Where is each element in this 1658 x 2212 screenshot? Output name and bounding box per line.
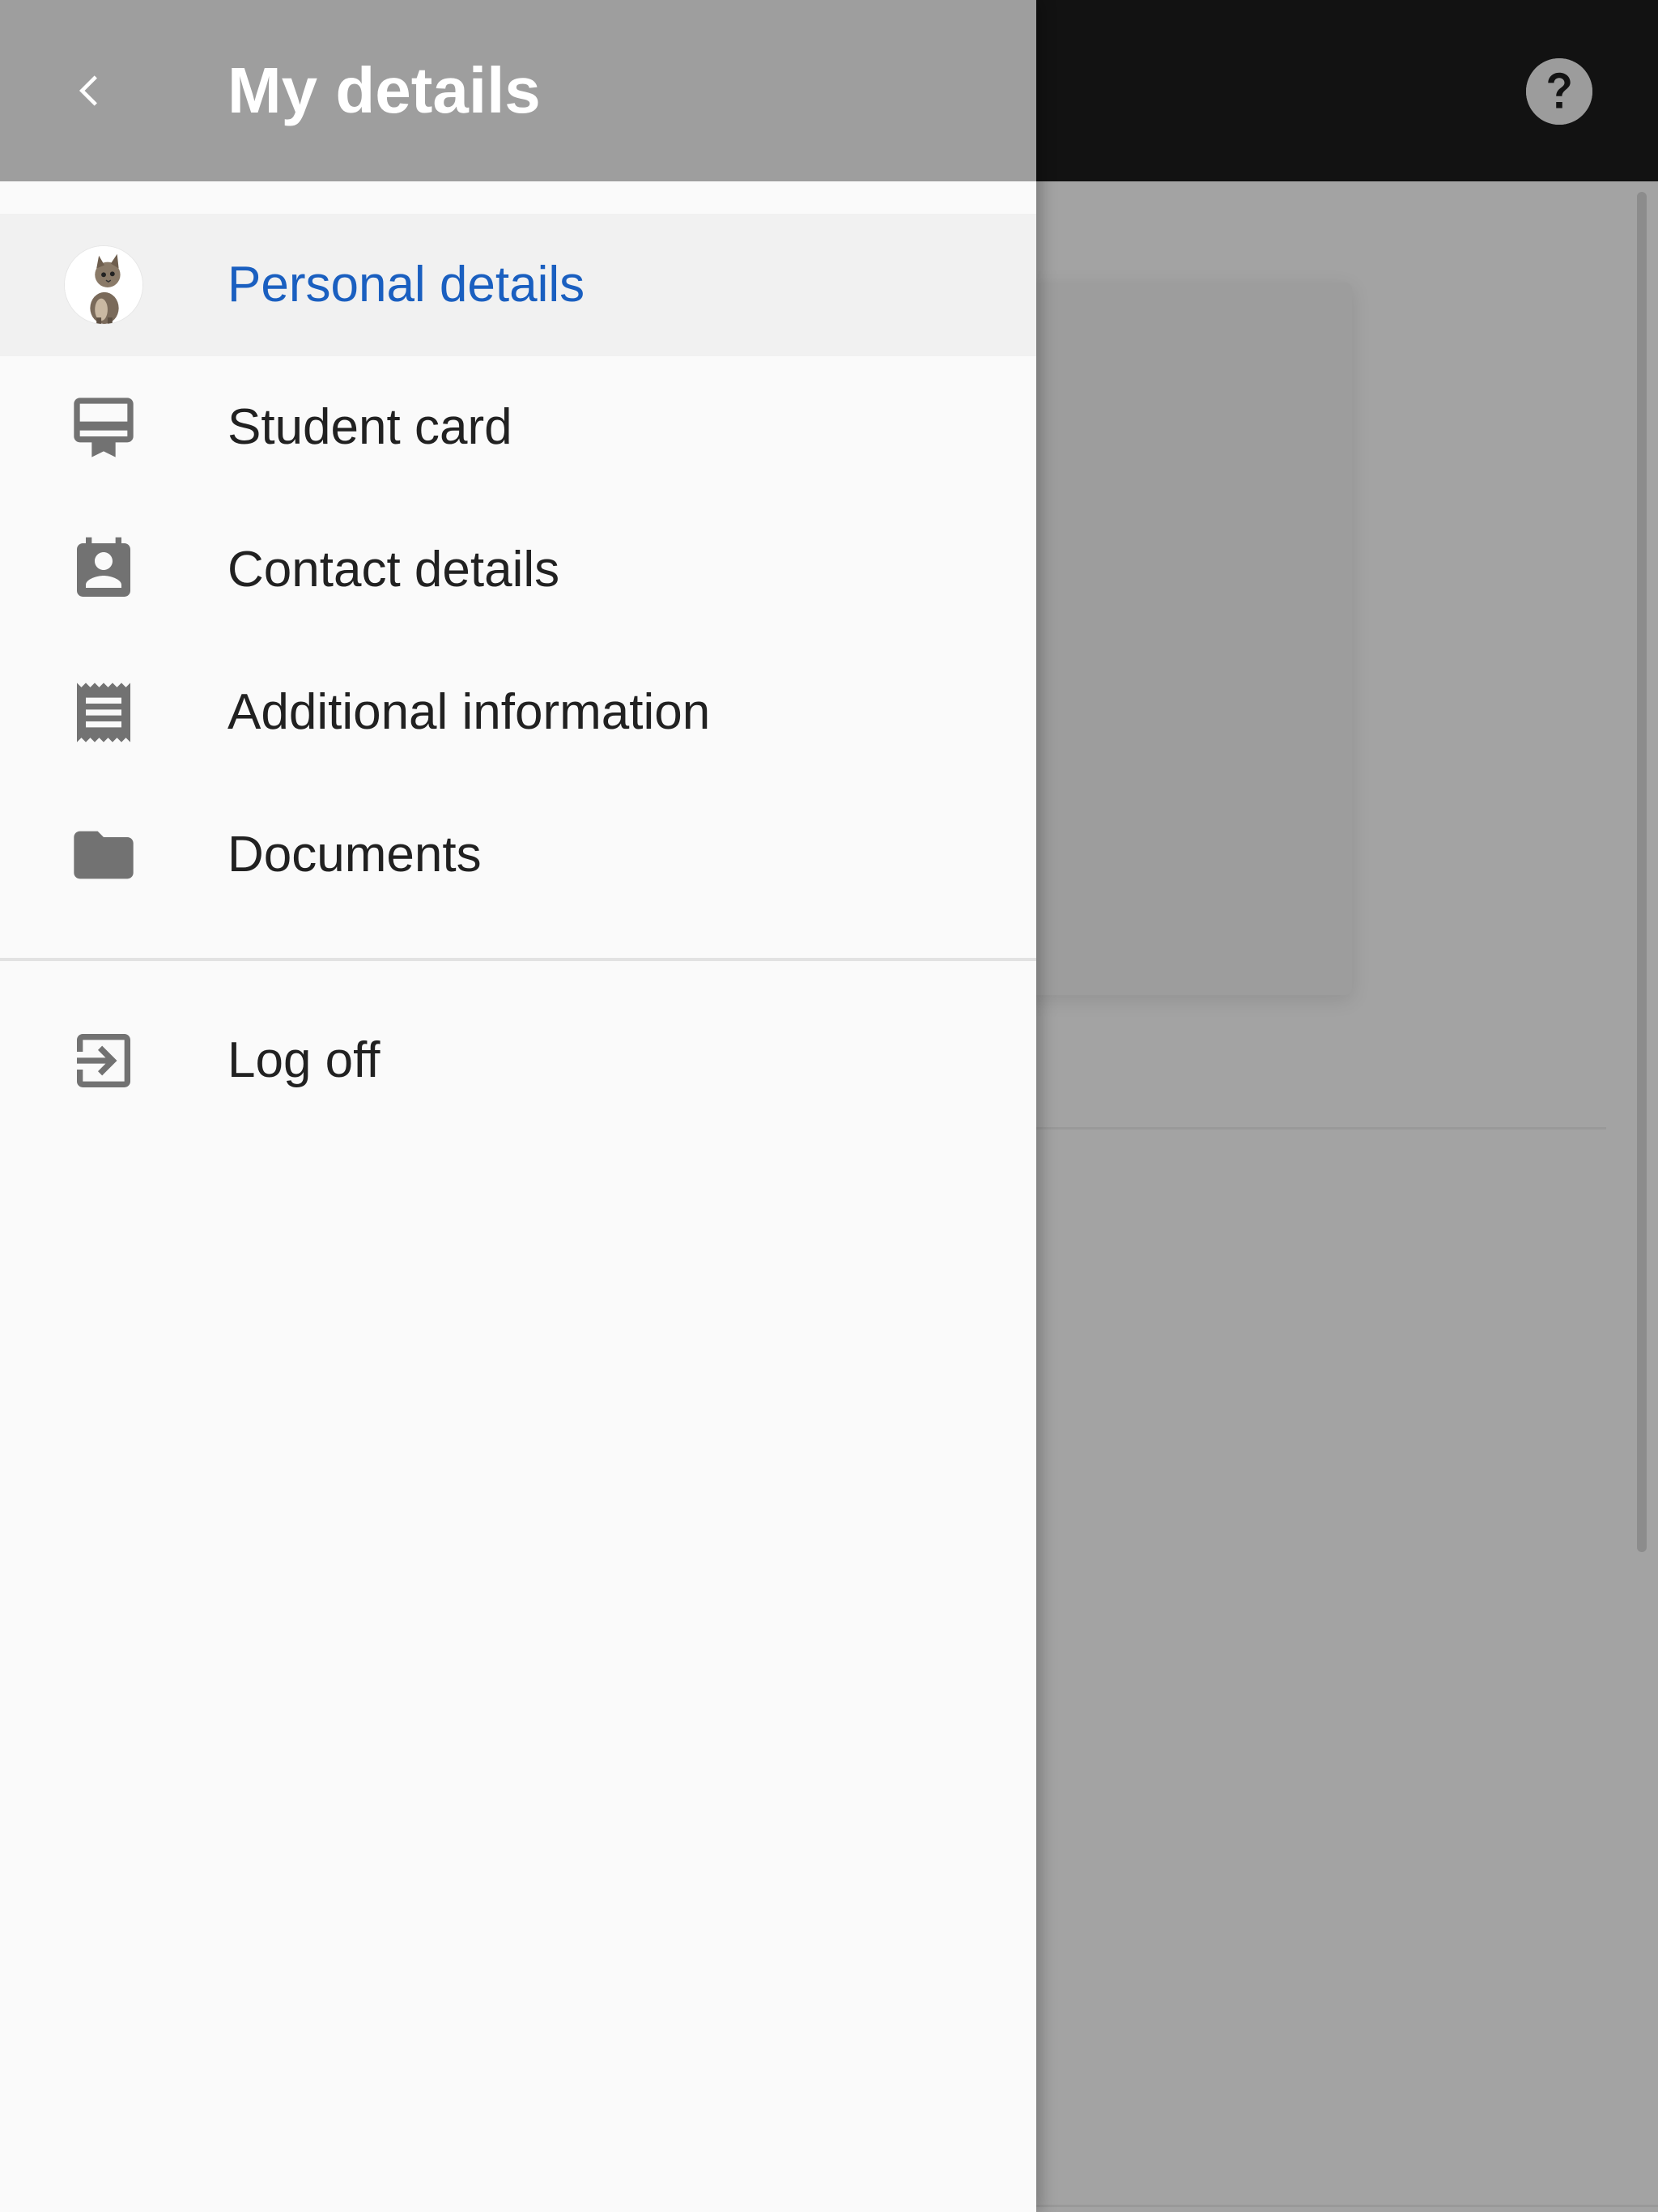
help-button[interactable] [1526, 58, 1592, 125]
exit-to-app-icon [77, 1034, 130, 1087]
navigation-drawer: My details Personal details Student card… [0, 0, 1036, 2212]
help-circle-icon [1526, 58, 1592, 125]
menu-item-student-card[interactable]: Student card [0, 356, 1036, 499]
menu-item-documents[interactable]: Documents [0, 784, 1036, 926]
page-title: My details [227, 54, 541, 126]
menu-item-label: Additional information [227, 684, 711, 740]
receipt-icon [77, 683, 130, 742]
background-divider [1036, 1127, 1606, 1129]
folder-icon [74, 831, 134, 879]
menu-item-label: Documents [227, 827, 482, 883]
menu-item-additional-information[interactable]: Additional information [0, 641, 1036, 784]
menu-divider [0, 958, 1036, 961]
menu-item-log-off[interactable]: Log off [0, 989, 1036, 1132]
menu-item-label: Student card [227, 399, 512, 455]
card-membership-icon [74, 398, 134, 457]
kitten-avatar-icon [65, 246, 142, 324]
menu-item-label: Log off [227, 1032, 380, 1088]
scrollbar[interactable] [1637, 192, 1647, 1552]
menu-item-label: Personal details [227, 257, 585, 313]
chevron-left-icon [79, 75, 97, 106]
menu-item-label: Contact details [227, 542, 560, 598]
drawer-menu: Personal details Student card Contact de… [0, 214, 1036, 926]
drawer-header: My details [0, 0, 1036, 181]
menu-item-contact-details[interactable]: Contact details [0, 499, 1036, 641]
background-bottom-line [1036, 2205, 1658, 2207]
avatar [64, 245, 143, 325]
contact-calendar-icon [77, 537, 130, 597]
back-button[interactable] [53, 50, 128, 131]
menu-item-personal-details[interactable]: Personal details [0, 214, 1036, 356]
avatar-container [63, 245, 144, 325]
